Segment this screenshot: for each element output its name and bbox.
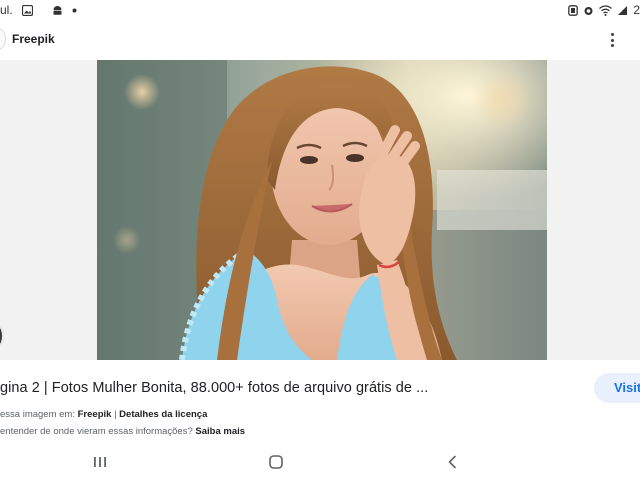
- back-icon[interactable]: [442, 452, 464, 472]
- result-title[interactable]: gina 2 | Fotos Mulher Bonita, 88.000+ fo…: [0, 380, 428, 396]
- visit-button[interactable]: Visita: [594, 373, 640, 403]
- alarm-icon: [583, 5, 594, 16]
- preview-photo[interactable]: [97, 60, 547, 360]
- recents-icon[interactable]: [89, 452, 111, 472]
- more-vert-icon[interactable]: [604, 30, 620, 50]
- gallery-icon: [21, 4, 33, 16]
- carrier-text: ul.: [0, 3, 13, 17]
- home-icon[interactable]: [265, 452, 287, 472]
- android-icon: [52, 5, 63, 16]
- source-prefix: essa imagem em:: [0, 409, 75, 420]
- status-bar: ul. 2: [0, 0, 640, 20]
- clock-text: 2: [633, 3, 640, 17]
- info-line: entender de onde vieram essas informaçõe…: [0, 426, 245, 437]
- source-link[interactable]: Freepik: [78, 409, 112, 420]
- source-separator: |: [114, 409, 117, 420]
- learn-more-link[interactable]: Saiba mais: [195, 426, 245, 437]
- system-nav-bar: [0, 444, 640, 480]
- source-line: essa imagem em: Freepik | Detalhes da li…: [0, 409, 207, 420]
- portrait-illustration: [97, 60, 547, 360]
- info-text: entender de onde vieram essas informaçõe…: [0, 426, 193, 437]
- image-preview-area: [0, 60, 640, 360]
- dot-icon: [72, 8, 77, 13]
- signal-icon: [617, 5, 628, 16]
- app-title: Freepik: [12, 32, 55, 46]
- nfc-icon: [568, 4, 579, 16]
- wifi-icon: [599, 4, 613, 16]
- app-header: Freepik: [0, 22, 640, 58]
- status-right: 2: [568, 3, 640, 17]
- site-favicon: [0, 28, 6, 50]
- license-link[interactable]: Detalhes da licença: [119, 409, 207, 420]
- status-left: ul.: [0, 3, 77, 17]
